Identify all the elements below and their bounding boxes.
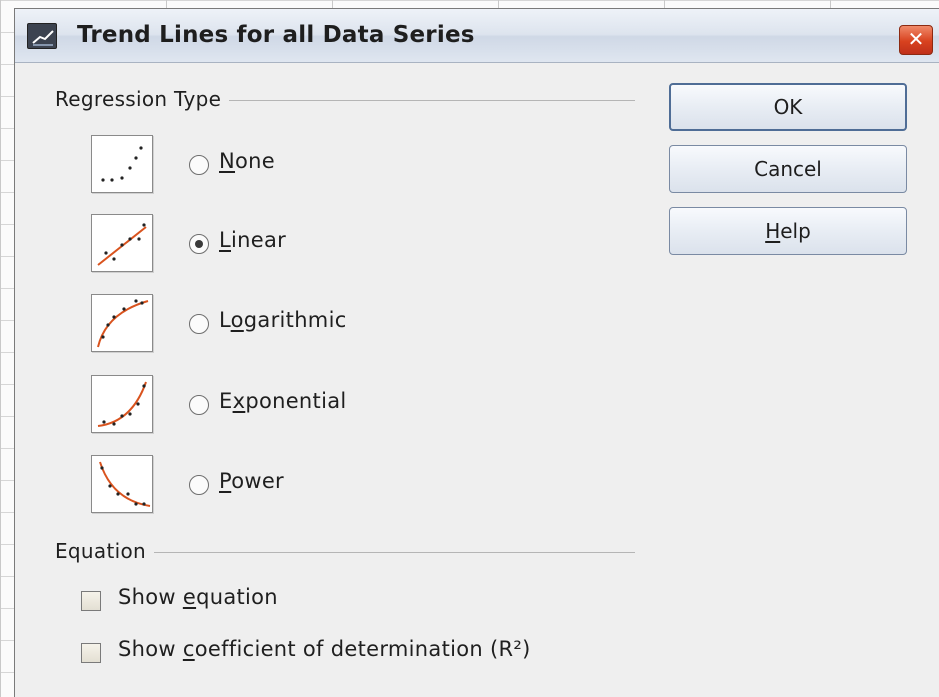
show-equation-label[interactable]: Show equation: [118, 585, 278, 609]
radio-logarithmic[interactable]: [189, 314, 209, 334]
radio-none[interactable]: [189, 155, 209, 175]
show-r2-label[interactable]: Show coefficient of determination (R²): [118, 637, 531, 661]
regression-type-label: Regression Type: [55, 87, 230, 111]
logarithmic-trend-icon: [91, 294, 153, 352]
option-label-power[interactable]: Power: [219, 469, 284, 493]
radio-power[interactable]: [189, 475, 209, 495]
linear-trend-icon: [91, 214, 153, 272]
option-label-logarithmic[interactable]: Logarithmic: [219, 308, 347, 332]
help-button[interactable]: Help: [669, 207, 907, 255]
radio-exponential[interactable]: [189, 395, 209, 415]
ok-button[interactable]: OK: [669, 83, 907, 131]
option-label-exponential[interactable]: Exponential: [219, 389, 347, 413]
cancel-button[interactable]: Cancel: [669, 145, 907, 193]
option-label-linear[interactable]: Linear: [219, 228, 286, 252]
title-bar[interactable]: Trend Lines for all Data Series ✕: [15, 9, 939, 63]
trend-lines-dialog: Trend Lines for all Data Series ✕ Regres…: [14, 8, 939, 697]
show-r2-checkbox[interactable]: [81, 643, 101, 663]
option-label-none[interactable]: None: [219, 149, 275, 173]
scatter-none-icon: [91, 135, 153, 193]
exponential-trend-icon: [91, 375, 153, 433]
dialog-title: Trend Lines for all Data Series: [77, 22, 475, 48]
chart-app-icon: [27, 23, 57, 49]
close-icon: ✕: [907, 27, 925, 51]
equation-label: Equation: [55, 539, 154, 563]
show-equation-checkbox[interactable]: [81, 591, 101, 611]
close-button[interactable]: ✕: [899, 25, 933, 55]
radio-linear[interactable]: [189, 234, 209, 254]
power-trend-icon: [91, 455, 153, 513]
